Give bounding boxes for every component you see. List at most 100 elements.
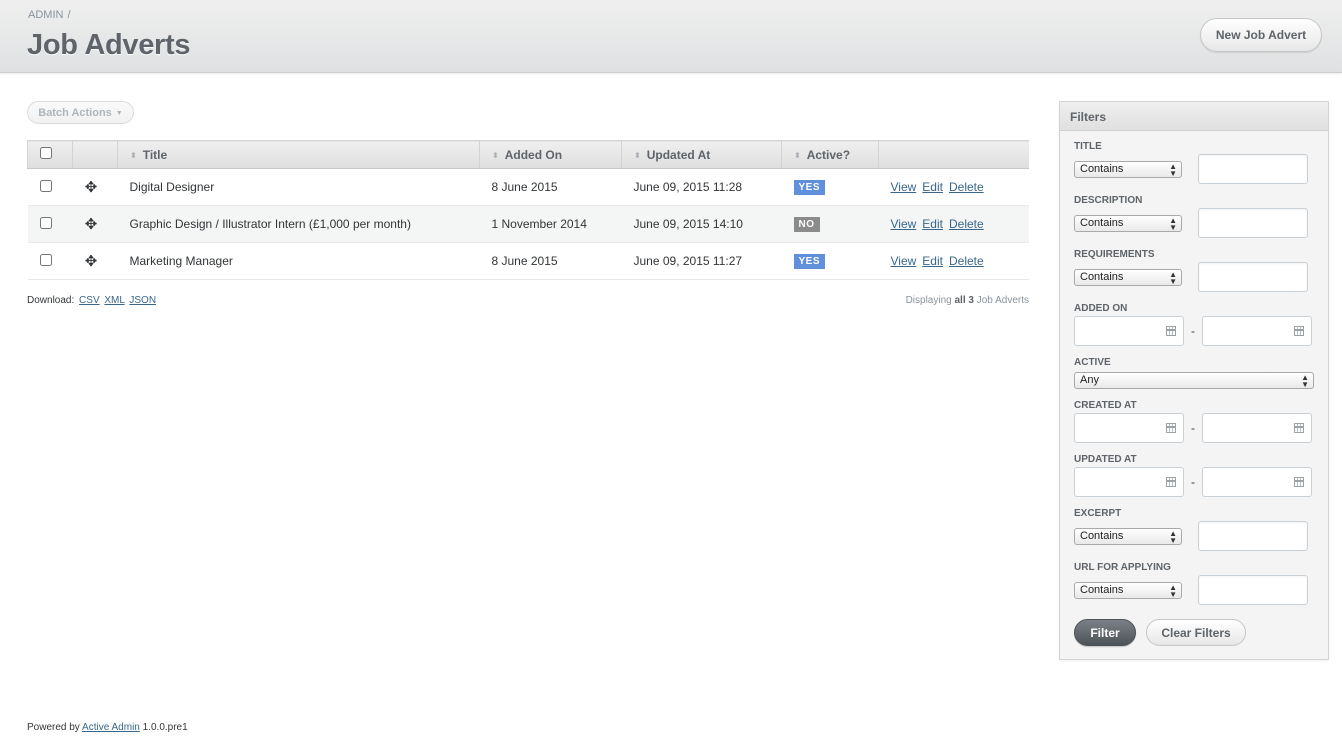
drag-handle-icon[interactable]: ✥ xyxy=(72,242,118,280)
range-dash: - xyxy=(1191,475,1195,489)
select-value: Contains xyxy=(1080,530,1124,542)
row-checkbox[interactable] xyxy=(39,253,52,266)
row-select-cell xyxy=(27,205,73,243)
download-csv-link[interactable]: CSV xyxy=(79,295,100,306)
active-filter-select[interactable]: Any ▲ ▼ xyxy=(1074,372,1314,389)
row-active-cell: NO xyxy=(781,205,879,243)
filter-label-updated-at: Updated At xyxy=(1074,454,1137,465)
filter-label-created-at: Created At xyxy=(1074,400,1137,411)
breadcrumb-separator: / xyxy=(67,9,71,21)
filters-sidebar: Filters Title Contains ▲ ▼ Description Con… xyxy=(1059,101,1329,660)
filter-label-excerpt: Excerpt xyxy=(1074,508,1122,519)
filter-button[interactable]: Filter xyxy=(1074,619,1136,646)
excerpt-filter-select[interactable]: Contains ▲ ▼ xyxy=(1074,528,1182,545)
download-label: Download: xyxy=(27,295,75,306)
drag-handle-icon[interactable]: ✥ xyxy=(72,168,118,206)
view-link[interactable]: View xyxy=(891,180,917,194)
requirements-filter-select[interactable]: Contains ▲ ▼ xyxy=(1074,269,1182,286)
sort-icon: ⬍ xyxy=(130,150,137,160)
row-select-cell xyxy=(27,168,73,206)
delete-link[interactable]: Delete xyxy=(949,254,984,268)
title-filter-select[interactable]: Contains ▲ ▼ xyxy=(1074,161,1182,178)
column-header-added-on[interactable]: ⬍ Added On xyxy=(479,140,622,169)
column-header-active[interactable]: ⬍ Active? xyxy=(781,140,879,169)
row-checkbox[interactable] xyxy=(39,216,52,229)
column-header-actions xyxy=(878,140,1029,169)
view-link[interactable]: View xyxy=(891,217,917,231)
select-all-header xyxy=(27,140,73,169)
table-row: ✥ Digital Designer 8 June 2015 June 09, … xyxy=(27,168,1029,206)
column-header-updated-at[interactable]: ⬍ Updated At xyxy=(621,140,782,169)
column-header-title[interactable]: ⬍ Title xyxy=(117,140,480,169)
row-added-on: 8 June 2015 xyxy=(479,242,622,280)
delete-link[interactable]: Delete xyxy=(949,217,984,231)
batch-actions-label: Batch Actions xyxy=(38,106,112,119)
row-select-cell xyxy=(27,242,73,280)
pagination-info: Displaying all 3 Job Adverts xyxy=(906,295,1029,306)
filters-title: Filters xyxy=(1060,102,1328,131)
pagination-suffix: Job Adverts xyxy=(976,295,1029,306)
url-filter-select[interactable]: Contains ▲ ▼ xyxy=(1074,582,1182,599)
filter-label-description: Description xyxy=(1074,195,1143,206)
page-title: Job Adverts xyxy=(27,29,191,61)
drag-handle-icon[interactable]: ✥ xyxy=(72,205,118,243)
column-header-active-label: Active? xyxy=(806,147,851,162)
row-actions: View Edit Delete xyxy=(878,205,1029,243)
select-arrows-icon: ▲ ▼ xyxy=(1169,529,1177,545)
edit-link[interactable]: Edit xyxy=(922,180,943,194)
url-filter-input[interactable] xyxy=(1198,575,1308,605)
calendar-icon xyxy=(1294,423,1304,433)
download-json-link[interactable]: JSON xyxy=(129,295,156,306)
column-header-title-label: Title xyxy=(142,147,168,162)
title-filter-input[interactable] xyxy=(1198,154,1308,184)
title-bar: ADMIN / Job Adverts New Job Advert xyxy=(0,0,1342,73)
updated-at-to-input[interactable] xyxy=(1202,467,1312,497)
status-badge: YES xyxy=(793,180,826,195)
updated-at-from-input[interactable] xyxy=(1074,467,1184,497)
status-badge: NO xyxy=(793,217,820,232)
select-value: Contains xyxy=(1080,163,1124,175)
sort-icon: ⬍ xyxy=(794,150,801,160)
row-actions: View Edit Delete xyxy=(878,168,1029,206)
table-header-row: ⬍ Title ⬍ Added On ⬍ Updated At ⬍ Active? xyxy=(27,140,1029,169)
row-added-on: 8 June 2015 xyxy=(479,168,622,206)
row-checkbox[interactable] xyxy=(39,179,52,192)
row-title: Graphic Design / Illustrator Intern (£1,… xyxy=(117,205,480,243)
calendar-icon xyxy=(1166,326,1176,336)
clear-filters-button[interactable]: Clear Filters xyxy=(1146,619,1246,646)
sort-icon: ⬍ xyxy=(492,150,499,160)
pagination-count: all 3 xyxy=(954,295,974,306)
download-xml-link[interactable]: XML xyxy=(104,295,124,306)
select-value: Contains xyxy=(1080,271,1124,283)
filter-label-url: URL for applying xyxy=(1074,562,1171,573)
active-admin-link[interactable]: Active Admin xyxy=(82,722,140,733)
description-filter-select[interactable]: Contains ▲ ▼ xyxy=(1074,215,1182,232)
created-at-from-input[interactable] xyxy=(1074,413,1184,443)
calendar-icon xyxy=(1166,477,1176,487)
batch-actions-button[interactable]: Batch Actions ▼ xyxy=(27,101,134,124)
new-job-advert-button[interactable]: New Job Advert xyxy=(1200,18,1322,52)
table-row: ✥ Graphic Design / Illustrator Intern (£… xyxy=(27,205,1029,243)
row-updated-at: June 09, 2015 11:28 xyxy=(621,168,782,206)
filter-label-active: Active xyxy=(1074,357,1111,368)
requirements-filter-input[interactable] xyxy=(1198,262,1308,292)
breadcrumb-admin-link[interactable]: ADMIN xyxy=(28,9,63,21)
select-value: Contains xyxy=(1080,584,1124,596)
range-dash: - xyxy=(1191,324,1195,338)
row-added-on: 1 November 2014 xyxy=(479,205,622,243)
delete-link[interactable]: Delete xyxy=(949,180,984,194)
view-link[interactable]: View xyxy=(891,254,917,268)
added-on-to-input[interactable] xyxy=(1202,316,1312,346)
range-dash: - xyxy=(1191,421,1195,435)
excerpt-filter-input[interactable] xyxy=(1198,521,1308,551)
select-all-checkbox[interactable] xyxy=(40,147,52,159)
filter-label-added-on: Added On xyxy=(1074,303,1128,314)
added-on-from-input[interactable] xyxy=(1074,316,1184,346)
footer: Powered by Active Admin 1.0.0.pre1 xyxy=(27,722,188,733)
edit-link[interactable]: Edit xyxy=(922,254,943,268)
edit-link[interactable]: Edit xyxy=(922,217,943,231)
row-updated-at: June 09, 2015 11:27 xyxy=(621,242,782,280)
description-filter-input[interactable] xyxy=(1198,208,1308,238)
row-updated-at: June 09, 2015 14:10 xyxy=(621,205,782,243)
created-at-to-input[interactable] xyxy=(1202,413,1312,443)
